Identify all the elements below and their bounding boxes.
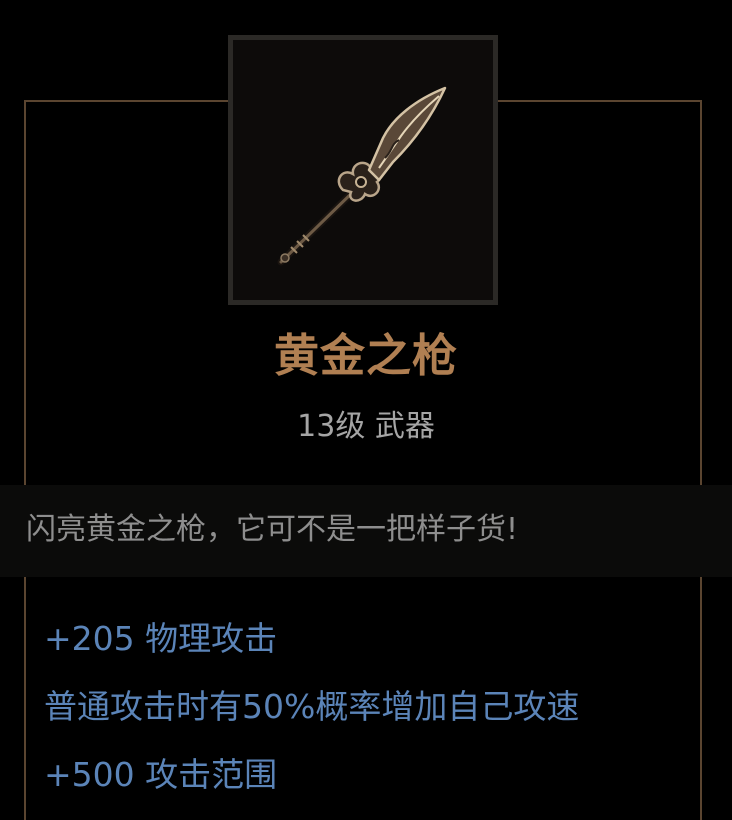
item-icon-slot[interactable] xyxy=(228,35,498,305)
item-flavor-text: 闪亮黄金之枪，它可不是一把样子货! xyxy=(26,512,519,547)
item-level-type: 13级 武器 xyxy=(297,409,435,444)
stat-line: +205 物理攻击 xyxy=(44,619,278,658)
stat-line: 普通攻击时有50%概率增加自己攻速 xyxy=(44,687,580,726)
stat-line: +500 攻击范围 xyxy=(44,755,278,794)
item-name: 黄金之枪 xyxy=(273,329,458,382)
item-tooltip: 黄金之枪 13级 武器 闪亮黄金之枪，它可不是一把样子货! +205 物理攻击 … xyxy=(0,0,732,820)
golden-spear-icon xyxy=(277,86,447,266)
